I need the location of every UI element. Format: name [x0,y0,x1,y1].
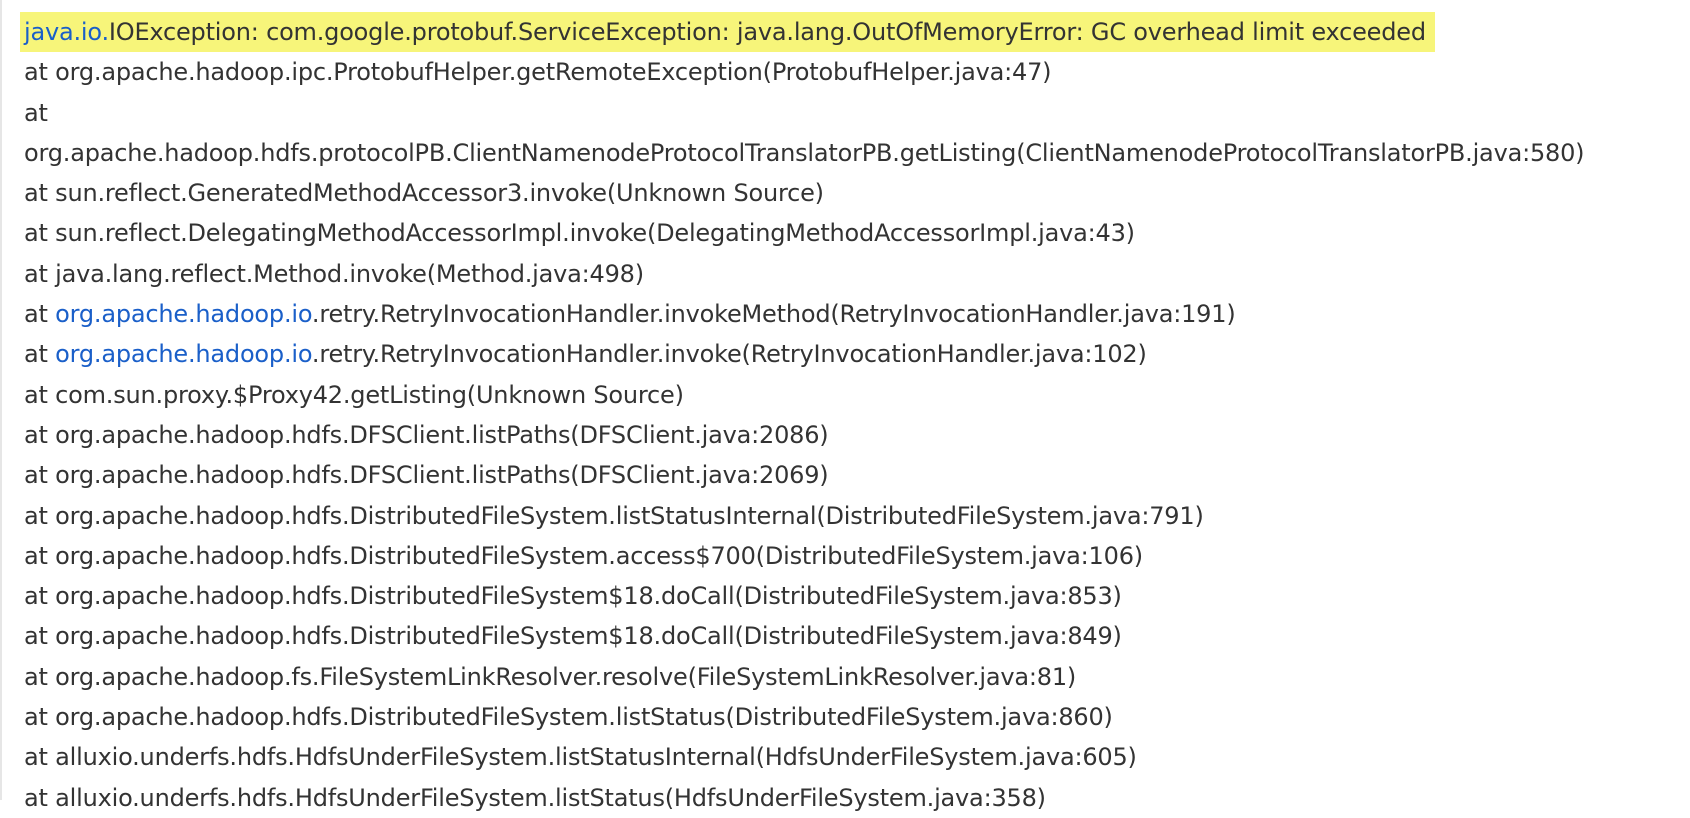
stack-frame-retry: at org.apache.hadoop.io.retry.RetryInvoc… [24,334,1690,374]
exception-line: java.io.IOException: com.google.protobuf… [20,12,1435,53]
stack-frame: at [24,98,48,127]
stack-frame: at org.apache.hadoop.hdfs.DistributedFil… [24,703,1113,732]
stack-frame: at org.apache.hadoop.hdfs.DFSClient.list… [24,461,829,490]
stack-frame: at sun.reflect.DelegatingMethodAccessorI… [24,219,1135,248]
exception-package-link[interactable]: java.io. [24,18,109,46]
exception-message: IOException: com.google.protobuf.Service… [108,18,1426,46]
frame-prefix: at [24,300,56,329]
frame-suffix: .retry.RetryInvocationHandler.invokeMeth… [311,300,1236,329]
package-link[interactable]: org.apache.hadoop.io [55,340,312,368]
stack-frame: at alluxio.underfs.hdfs.HdfsUnderFileSys… [24,743,1137,772]
stack-frame: at org.apache.hadoop.fs.FileSystemLinkRe… [24,662,1077,691]
frame-prefix: at [24,340,56,369]
stack-frame: at org.apache.hadoop.hdfs.DistributedFil… [24,541,1143,570]
stack-frame-retry: at org.apache.hadoop.io.retry.RetryInvoc… [24,294,1690,334]
stack-trace: java.io.IOException: com.google.protobuf… [20,12,1690,818]
stack-frame: at org.apache.hadoop.hdfs.DistributedFil… [24,622,1122,651]
frame-suffix: .retry.RetryInvocationHandler.invoke(Ret… [311,340,1147,369]
stack-frame: at alluxio.underfs.hdfs.HdfsUnderFileSys… [24,783,1046,812]
stack-frame: at org.apache.hadoop.hdfs.DFSClient.list… [24,420,829,449]
stack-frame: at org.apache.hadoop.hdfs.DistributedFil… [24,582,1122,611]
stack-frame: at sun.reflect.GeneratedMethodAccessor3.… [24,179,824,208]
stack-frame: at org.apache.hadoop.hdfs.DistributedFil… [24,501,1204,530]
package-link[interactable]: org.apache.hadoop.io [55,300,312,328]
stack-frame: at com.sun.proxy.$Proxy42.getListing(Unk… [24,380,684,409]
stack-frame: at java.lang.reflect.Method.invoke(Metho… [24,259,644,288]
stack-frame: org.apache.hadoop.hdfs.protocolPB.Client… [24,138,1585,167]
stack-frame: at org.apache.hadoop.ipc.ProtobufHelper.… [24,58,1052,87]
document-page: java.io.IOException: com.google.protobuf… [0,0,1690,812]
